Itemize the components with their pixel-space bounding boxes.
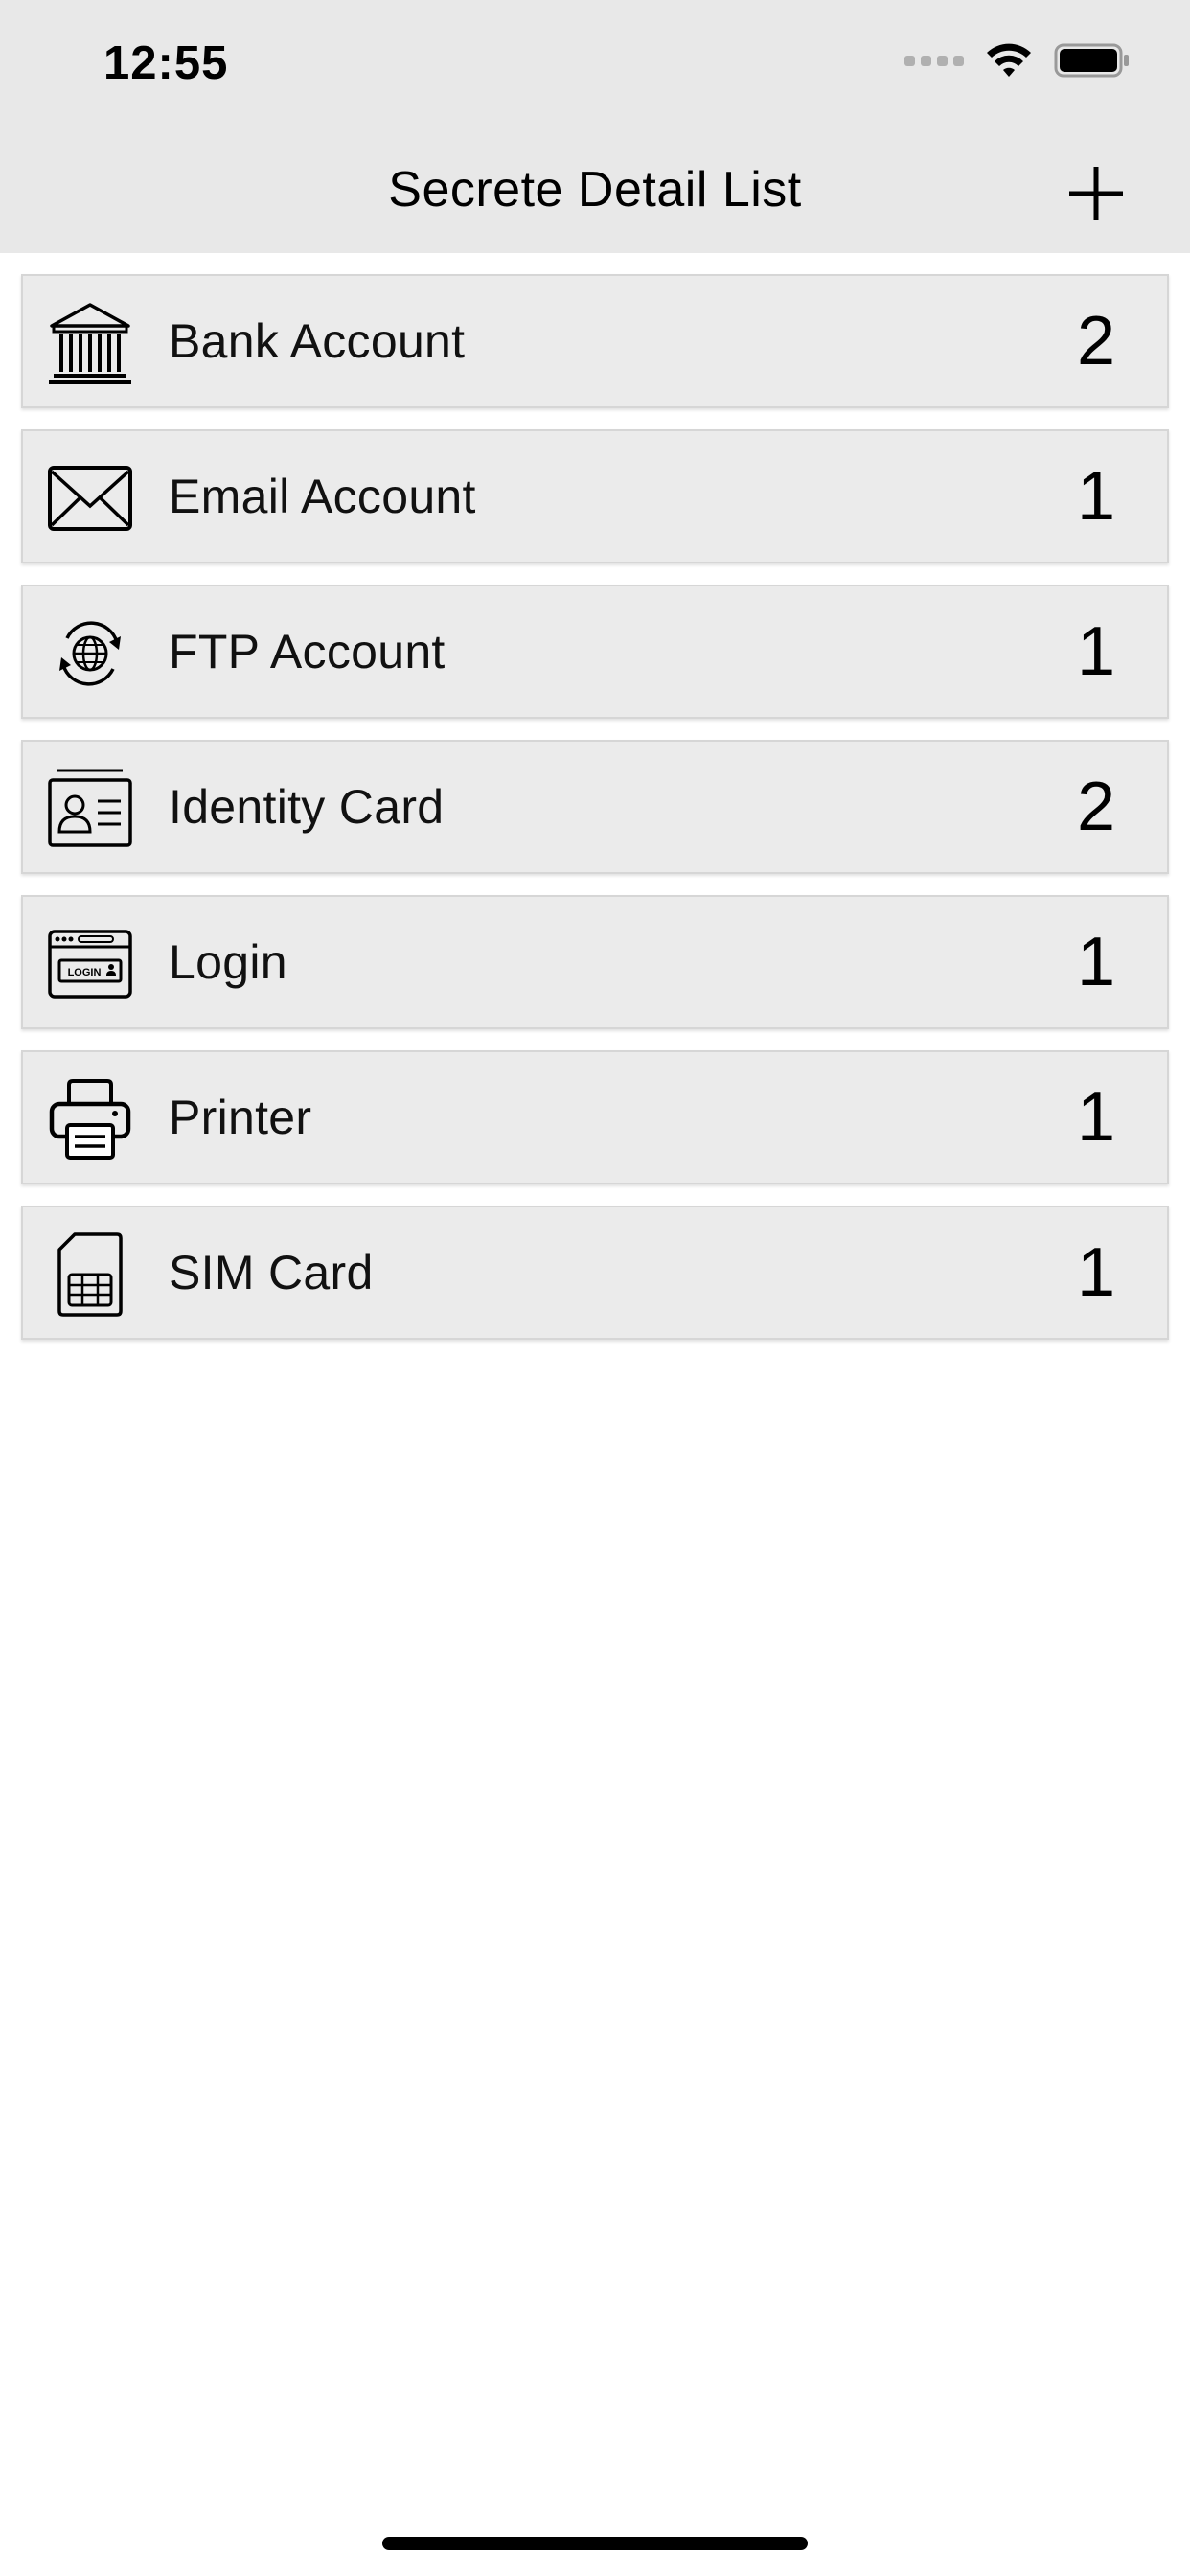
- bank-icon: [46, 299, 134, 387]
- envelope-icon: [46, 454, 134, 542]
- list-item-count: 1: [1076, 613, 1115, 690]
- list-item-ftp-account[interactable]: FTP Account 1: [21, 585, 1169, 719]
- cellular-signal-icon: [904, 55, 964, 66]
- printer-icon: [46, 1075, 134, 1163]
- sim-card-icon: [46, 1230, 134, 1319]
- plus-icon: [1069, 167, 1123, 220]
- battery-icon: [1054, 43, 1129, 78]
- status-time: 12:55: [103, 37, 229, 89]
- list-item-identity-card[interactable]: Identity Card 2: [21, 740, 1169, 874]
- list-item-email-account[interactable]: Email Account 1: [21, 429, 1169, 564]
- login-icon-text: LOGIN: [68, 967, 102, 978]
- category-list: Bank Account 2 Email Account 1 FTP Accou…: [21, 274, 1169, 1361]
- list-item-label: FTP Account: [169, 625, 446, 678]
- header: 12:55 Secrete Detail List: [0, 0, 1190, 253]
- list-item-label: Printer: [169, 1091, 312, 1144]
- id-card-icon: [46, 765, 134, 853]
- add-button[interactable]: [1062, 159, 1131, 228]
- list-item-count: 2: [1076, 769, 1115, 845]
- list-item-bank-account[interactable]: Bank Account 2: [21, 274, 1169, 408]
- list-item-label: Email Account: [169, 470, 476, 523]
- list-item-sim-card[interactable]: SIM Card 1: [21, 1206, 1169, 1340]
- list-item-login[interactable]: LOGIN Login 1: [21, 895, 1169, 1029]
- list-item-label: SIM Card: [169, 1246, 374, 1300]
- globe-sync-icon: [46, 610, 134, 698]
- list-item-count: 1: [1076, 1079, 1115, 1156]
- list-item-printer[interactable]: Printer 1: [21, 1050, 1169, 1184]
- status-icons: [904, 42, 1131, 79]
- list-item-count: 2: [1076, 303, 1115, 380]
- page-title: Secrete Detail List: [388, 162, 802, 218]
- list-item-count: 1: [1076, 924, 1115, 1000]
- list-item-label: Bank Account: [169, 314, 466, 368]
- nav-bar: Secrete Detail List: [0, 134, 1190, 253]
- list-item-count: 1: [1076, 458, 1115, 535]
- login-window-icon: LOGIN: [46, 920, 134, 1008]
- list-item-label: Identity Card: [169, 780, 445, 834]
- home-indicator[interactable]: [382, 2537, 808, 2550]
- list-item-count: 1: [1076, 1234, 1115, 1311]
- wifi-icon: [987, 43, 1031, 77]
- list-item-label: Login: [169, 935, 287, 989]
- status-bar: 12:55: [0, 0, 1190, 134]
